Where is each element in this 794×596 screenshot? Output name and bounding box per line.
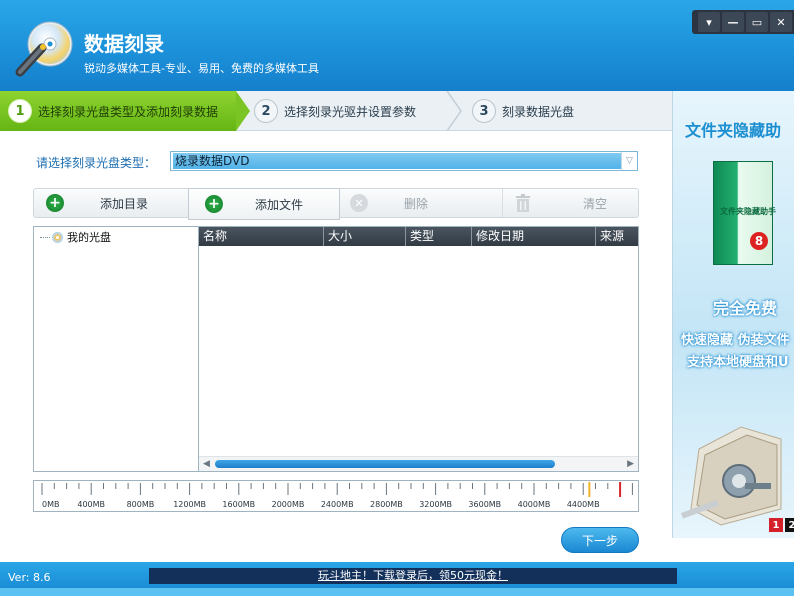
column-size[interactable]: 大小 bbox=[324, 227, 406, 246]
product-box-badge: 8 bbox=[750, 232, 768, 250]
product-box-text: 文件夹隐藏助手 bbox=[720, 207, 776, 216]
ruler-label: 400MB bbox=[77, 500, 105, 509]
file-list: 名称 大小 类型 修改日期 来源 ◀ ▶ bbox=[199, 226, 639, 472]
ruler-label: 4400MB bbox=[567, 500, 600, 509]
capacity-ruler: 0MB 400MB 800MB 1200MB 1600MB 2000MB 2400MB 280… bbox=[33, 480, 639, 512]
promo-text: 玩斗地主！下载登录后，领50元现金！ bbox=[318, 569, 508, 582]
column-name[interactable]: 名称 bbox=[199, 227, 324, 246]
tree-item-my-disc[interactable]: 我的光盘 bbox=[40, 229, 111, 245]
delete-x-icon: ✕ bbox=[350, 194, 368, 212]
step-number: 2 bbox=[254, 99, 278, 123]
scroll-left-icon[interactable]: ◀ bbox=[203, 459, 210, 469]
status-bar: Ver: 8.6 玩斗地主！下载登录后，领50元现金！ bbox=[0, 562, 794, 596]
ad-title: 文件夹隐藏助 bbox=[685, 121, 782, 140]
app-subtitle: 锐动多媒体工具-专业、易用、免费的多媒体工具 bbox=[84, 62, 319, 75]
disc-tree: 我的光盘 bbox=[33, 226, 199, 472]
clear-label: 清空 bbox=[583, 196, 608, 211]
horizontal-scrollbar[interactable]: ◀ ▶ bbox=[199, 456, 638, 471]
file-toolbar: + 添加目录 + 添加文件 ✕ 删除 清空 bbox=[33, 188, 639, 220]
tree-item-label: 我的光盘 bbox=[67, 231, 111, 244]
minimize-icon[interactable]: — bbox=[722, 12, 744, 32]
ruler-label: 800MB bbox=[127, 500, 155, 509]
step-3[interactable]: 3 刻录数据光盘 bbox=[464, 91, 574, 131]
ruler-label: 1600MB bbox=[222, 500, 255, 509]
ad-page-1[interactable]: 1 bbox=[769, 518, 783, 532]
ruler-label: 2800MB bbox=[370, 500, 403, 509]
ad-page-2[interactable]: 2 bbox=[785, 518, 794, 532]
disc-icon bbox=[52, 231, 63, 243]
ruler-label: 2000MB bbox=[272, 500, 305, 509]
app-title: 数据刻录 bbox=[84, 32, 164, 56]
add-file-button[interactable]: + 添加文件 bbox=[188, 188, 340, 220]
scroll-thumb[interactable] bbox=[215, 460, 555, 468]
add-file-label: 添加文件 bbox=[255, 197, 304, 212]
file-list-header: 名称 大小 类型 修改日期 来源 bbox=[199, 227, 638, 246]
burner-disc-icon bbox=[15, 21, 73, 77]
delete-button[interactable]: ✕ 删除 bbox=[350, 189, 490, 217]
trash-icon bbox=[516, 194, 530, 212]
ruler-label: 4000MB bbox=[518, 500, 551, 509]
maximize-icon[interactable]: ▭ bbox=[746, 12, 768, 32]
ruler-label: 3600MB bbox=[468, 500, 501, 509]
folder-lock-icon bbox=[681, 426, 782, 526]
ruler-label: 0MB bbox=[42, 500, 59, 509]
ad-feature-line-2: 支持本地硬盘和U bbox=[687, 355, 789, 370]
plus-icon: + bbox=[205, 195, 223, 213]
scroll-right-icon[interactable]: ▶ bbox=[627, 459, 634, 469]
step-divider-icon bbox=[446, 91, 462, 131]
footer-strip bbox=[0, 588, 794, 596]
clear-button[interactable]: 清空 bbox=[502, 189, 638, 217]
chevron-down-icon[interactable]: ▽ bbox=[621, 152, 637, 170]
delete-label: 删除 bbox=[404, 196, 429, 211]
step-number: 3 bbox=[472, 99, 496, 123]
ad-feature-line-1: 快速隐藏 伪装文件 bbox=[681, 333, 790, 348]
ruler-label: 1200MB bbox=[173, 500, 206, 509]
plus-icon: + bbox=[46, 194, 64, 212]
ad-banner[interactable]: 文件夹隐藏助 文件夹隐藏助手 8 完全免费 快速隐藏 伪装文件 支持本地硬盘和U… bbox=[672, 91, 794, 538]
version-text: Ver: 8.6 bbox=[8, 571, 51, 584]
step-number: 1 bbox=[8, 99, 32, 123]
menu-dropdown-icon[interactable]: ▾ bbox=[698, 12, 720, 32]
column-modified[interactable]: 修改日期 bbox=[472, 227, 596, 246]
disc-type-value: 烧录数据DVD bbox=[173, 153, 621, 169]
column-source[interactable]: 来源 bbox=[596, 227, 638, 246]
promo-link[interactable]: 玩斗地主！下载登录后，领50元现金！ bbox=[149, 568, 677, 584]
wizard-steps: 1 选择刻录光盘类型及添加刻录数据 2 选择刻录光驱并设置参数 3 刻录数据光盘 bbox=[0, 91, 672, 131]
add-directory-button[interactable]: + 添加目录 bbox=[46, 189, 186, 217]
disc-type-label: 请选择刻录光盘类型： bbox=[36, 156, 157, 170]
ruler-label: 2400MB bbox=[321, 500, 354, 509]
disc-type-select[interactable]: 烧录数据DVD ▽ bbox=[170, 151, 638, 171]
add-directory-label: 添加目录 bbox=[100, 196, 149, 211]
step-2[interactable]: 2 选择刻录光驱并设置参数 bbox=[246, 91, 416, 131]
step-label: 刻录数据光盘 bbox=[502, 104, 575, 119]
step-label: 选择刻录光盘类型及添加刻录数据 bbox=[38, 104, 219, 119]
window-controls: ▾ — ▭ ✕ bbox=[692, 10, 794, 34]
tree-connector bbox=[40, 236, 50, 238]
capacity-ruler-scale: 0MB 400MB 800MB 1200MB 1600MB 2000MB 2400MB 280… bbox=[41, 482, 633, 509]
step-1[interactable]: 1 选择刻录光盘类型及添加刻录数据 bbox=[0, 91, 250, 131]
column-type[interactable]: 类型 bbox=[406, 227, 472, 246]
next-step-button[interactable]: 下一步 bbox=[561, 527, 639, 553]
ruler-label: 3200MB bbox=[419, 500, 452, 509]
close-icon[interactable]: ✕ bbox=[770, 12, 792, 32]
ad-free-text: 完全免费 bbox=[713, 299, 778, 318]
step-label: 选择刻录光驱并设置参数 bbox=[284, 104, 417, 119]
product-box-image: 文件夹隐藏助手 8 bbox=[713, 161, 776, 265]
app-header: 数据刻录 锐动多媒体工具-专业、易用、免费的多媒体工具 ▾ — ▭ ✕ bbox=[0, 0, 794, 91]
